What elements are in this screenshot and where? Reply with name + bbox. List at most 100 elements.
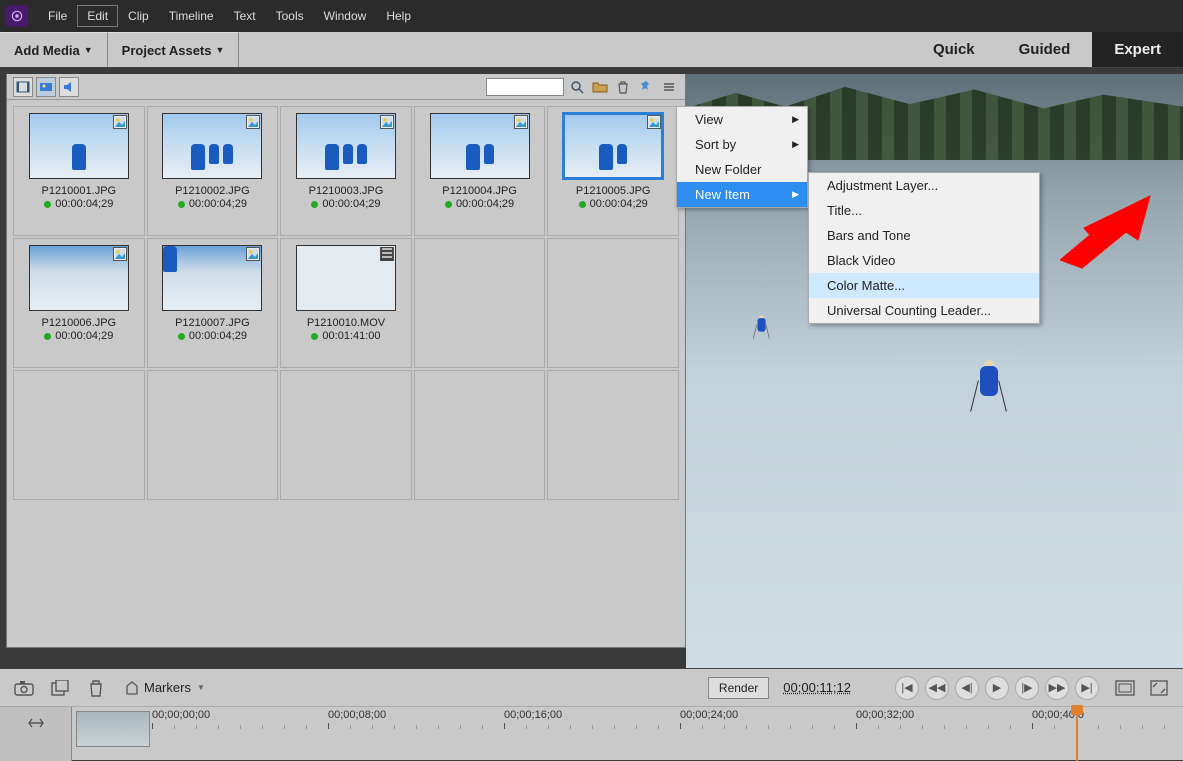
pin-icon[interactable]: [636, 77, 656, 97]
timeline-clip[interactable]: [76, 711, 150, 747]
image-badge-icon: [380, 115, 394, 129]
asset-duration: 00:00:04;29: [55, 330, 113, 342]
asset-thumbnail[interactable]: [296, 113, 396, 179]
asset-duration: 00:00:04;29: [55, 198, 113, 210]
status-dot: [44, 333, 51, 340]
menu-timeline[interactable]: Timeline: [159, 5, 224, 27]
asset-meta: 00:00:04;29: [579, 198, 648, 210]
ctx-sub-color-matte[interactable]: Color Matte...: [809, 273, 1039, 298]
timeline-header[interactable]: [0, 707, 72, 761]
status-dot: [311, 201, 318, 208]
asset-cell[interactable]: P1210006.JPG00:00:04;29: [13, 238, 145, 368]
open-folder-icon[interactable]: [590, 77, 610, 97]
ctx-new-folder[interactable]: New Folder: [677, 157, 807, 182]
filmstrip-view-icon[interactable]: [13, 77, 33, 97]
marker-icon: [126, 681, 138, 695]
asset-thumbnail[interactable]: [29, 113, 129, 179]
caret-down-icon: ▼: [197, 683, 205, 692]
search-input[interactable]: [486, 78, 564, 96]
rewind-button[interactable]: ◀◀: [925, 676, 949, 700]
menu-clip[interactable]: Clip: [118, 5, 159, 27]
fast-fwd-button[interactable]: ▶▶: [1045, 676, 1069, 700]
image-badge-icon: [246, 115, 260, 129]
timecode-display[interactable]: 00;00;11;12: [783, 680, 851, 695]
toggle-panel-icon[interactable]: [48, 676, 72, 700]
step-back-button[interactable]: ◀|: [955, 676, 979, 700]
snapshot-icon[interactable]: [12, 676, 36, 700]
menu-window[interactable]: Window: [314, 5, 377, 27]
step-fwd-button[interactable]: |▶: [1015, 676, 1039, 700]
menu-edit[interactable]: Edit: [77, 5, 118, 27]
goto-end-button[interactable]: ▶|: [1075, 676, 1099, 700]
asset-thumbnail[interactable]: [29, 245, 129, 311]
ctx-sub-black-video[interactable]: Black Video: [809, 248, 1039, 273]
status-dot: [311, 333, 318, 340]
add-media-label: Add Media: [14, 43, 80, 58]
asset-cell[interactable]: P1210007.JPG00:00:04;29: [147, 238, 279, 368]
project-assets-button[interactable]: Project Assets▼: [108, 32, 240, 67]
markers-label: Markers: [144, 680, 191, 695]
asset-meta: 00:01:41:00: [311, 330, 380, 342]
asset-cell[interactable]: P1210001.JPG00:00:04;29: [13, 106, 145, 236]
preview-skier-bg: [754, 316, 768, 341]
markers-dropdown[interactable]: Markers ▼: [126, 680, 205, 695]
menu-text[interactable]: Text: [224, 5, 266, 27]
asset-cell: [13, 370, 145, 500]
asset-thumbnail[interactable]: [563, 113, 663, 179]
asset-thumbnail[interactable]: [162, 113, 262, 179]
video-badge-icon: [380, 247, 394, 261]
delete-icon[interactable]: [84, 676, 108, 700]
thumbnail-view-icon[interactable]: [36, 77, 56, 97]
asset-cell[interactable]: P1210005.JPG00:00:04;29: [547, 106, 679, 236]
caret-down-icon: ▼: [84, 45, 93, 55]
ctx-sub-adjustment-layer[interactable]: Adjustment Layer...: [809, 173, 1039, 198]
playhead[interactable]: [1076, 707, 1078, 761]
asset-thumbnail[interactable]: [162, 245, 262, 311]
asset-duration: 00:00:04;29: [456, 198, 514, 210]
asset-filename: P1210003.JPG: [309, 185, 384, 197]
asset-cell: [547, 370, 679, 500]
ctx-new-item[interactable]: New Item: [677, 182, 807, 207]
mode-guided[interactable]: Guided: [997, 32, 1093, 67]
project-assets-panel: P1210001.JPG00:00:04;29P1210002.JPG00:00…: [6, 74, 686, 648]
timeline[interactable]: 00;00;00;0000;00;08;0000;00;16;0000;00;2…: [0, 707, 1183, 761]
asset-meta: 00:00:04;29: [178, 198, 247, 210]
asset-cell[interactable]: P1210003.JPG00:00:04;29: [280, 106, 412, 236]
asset-duration: 00:00:04;29: [189, 198, 247, 210]
asset-filename: P1210004.JPG: [442, 185, 517, 197]
fullscreen-icon[interactable]: [1147, 676, 1171, 700]
asset-filename: P1210006.JPG: [41, 317, 116, 329]
menu-tools[interactable]: Tools: [266, 5, 314, 27]
play-button[interactable]: ▶: [985, 676, 1009, 700]
safe-margins-icon[interactable]: [1113, 676, 1137, 700]
search-icon[interactable]: [567, 77, 587, 97]
asset-duration: 00:00:04;29: [590, 198, 648, 210]
asset-cell[interactable]: P1210010.MOV00:01:41:00: [280, 238, 412, 368]
ctx-sort-by[interactable]: Sort by: [677, 132, 807, 157]
asset-thumbnail[interactable]: [430, 113, 530, 179]
asset-cell[interactable]: P1210002.JPG00:00:04;29: [147, 106, 279, 236]
goto-start-button[interactable]: |◀: [895, 676, 919, 700]
track-collapse-icon[interactable]: [26, 713, 46, 733]
ctx-sub-bars-and-tone[interactable]: Bars and Tone: [809, 223, 1039, 248]
asset-filename: P1210002.JPG: [175, 185, 250, 197]
ctx-view[interactable]: View: [677, 107, 807, 132]
asset-meta: 00:00:04;29: [445, 198, 514, 210]
panel-menu-icon[interactable]: [659, 77, 679, 97]
ctx-sub-title[interactable]: Title...: [809, 198, 1039, 223]
asset-meta: 00:00:04;29: [44, 198, 113, 210]
asset-filename: P1210010.MOV: [307, 317, 385, 329]
menu-help[interactable]: Help: [376, 5, 421, 27]
asset-cell[interactable]: P1210004.JPG00:00:04;29: [414, 106, 546, 236]
asset-thumbnail[interactable]: [296, 245, 396, 311]
asset-duration: 00:00:04;29: [322, 198, 380, 210]
mode-expert[interactable]: Expert: [1092, 32, 1183, 67]
menu-file[interactable]: File: [38, 5, 77, 27]
ctx-sub-universal-counting-leader[interactable]: Universal Counting Leader...: [809, 298, 1039, 323]
asset-duration: 00:00:04;29: [189, 330, 247, 342]
trash-icon[interactable]: [613, 77, 633, 97]
mode-quick[interactable]: Quick: [911, 32, 997, 67]
render-button[interactable]: Render: [708, 677, 769, 699]
audio-view-icon[interactable]: [59, 77, 79, 97]
add-media-button[interactable]: Add Media ▼: [0, 32, 108, 67]
